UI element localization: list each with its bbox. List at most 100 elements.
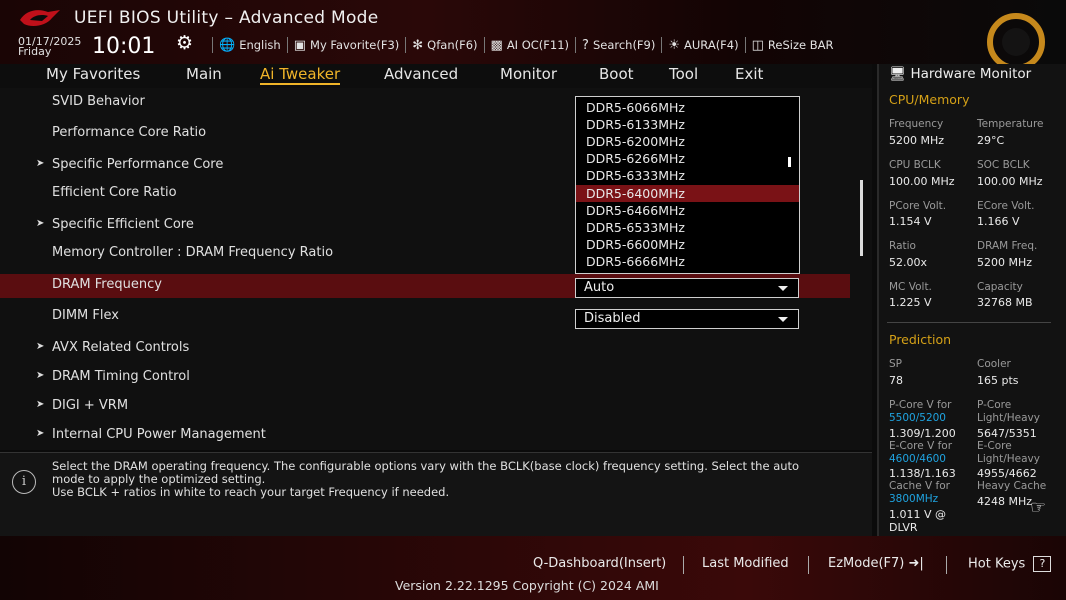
hw-value: 1.309/1.200	[889, 427, 956, 440]
dropdown-option[interactable]: DDR5-6200MHz	[576, 133, 799, 150]
tab-monitor[interactable]: Monitor	[500, 65, 557, 83]
search-button[interactable]: ? Search(F9)	[582, 38, 655, 53]
ai-oc-button[interactable]: ▩ AI OC(F11)	[491, 38, 570, 53]
hw-value: 100.00 MHz	[977, 175, 1043, 188]
help-panel: i Select the DRAM operating frequency. T…	[0, 452, 872, 537]
hw-value: DLVR	[889, 521, 918, 534]
cpu-memory-heading: CPU/Memory	[889, 92, 970, 107]
toolbar-separator	[744, 37, 746, 53]
hw-value: 1.225 V	[889, 296, 932, 309]
dropdown-option[interactable]: DDR5-6666MHz	[576, 253, 799, 270]
dropdown-option[interactable]: DDR5-6466MHz	[576, 202, 799, 219]
version-text: Version 2.22.1295 Copyright (C) 2024 AMI	[395, 578, 659, 593]
option-label: DDR5-6266MHz	[586, 151, 685, 166]
dropdown-option[interactable]: DDR5-6133MHz	[576, 116, 799, 133]
ezmode-button[interactable]: EzMode(F7) ➜|	[828, 556, 924, 571]
dropdown-option[interactable]: DDR5-6066MHz	[576, 99, 799, 116]
tab-exit[interactable]: Exit	[735, 65, 763, 83]
submenu-arrow-icon: ➤	[36, 370, 45, 381]
aura-button[interactable]: ☀ AURA(F4)	[668, 38, 738, 53]
q-dashboard-button[interactable]: Q-Dashboard(Insert)	[533, 556, 666, 571]
toolbar-separator	[575, 37, 577, 53]
my-favorite-button[interactable]: ▣ My Favorite(F3)	[294, 38, 400, 53]
resize-bar-icon: ◫	[751, 37, 764, 53]
dropdown-option[interactable]: DDR5-6533MHz	[576, 219, 799, 236]
help-text: Select the DRAM operating frequency. The…	[52, 460, 852, 499]
hw-label: SP	[889, 358, 902, 370]
setting-label: DIMM Flex	[52, 308, 119, 323]
main-menu-tabs: My Favorites Main Ai Tweaker Advanced Mo…	[0, 64, 872, 88]
hw-value: 32768 MB	[977, 296, 1033, 309]
hw-value: 29°C	[977, 134, 1005, 147]
hw-value: 5647/5351	[977, 427, 1037, 440]
hw-label: Light/Heavy	[977, 412, 1040, 424]
setting-label: AVX Related Controls	[52, 340, 190, 355]
resize-bar-button[interactable]: ◫ ReSize BAR	[752, 38, 834, 53]
hw-label: CPU BCLK	[889, 159, 941, 171]
my-favorite-label: My Favorite(F3)	[310, 38, 400, 52]
footer-separator	[946, 556, 947, 574]
tab-ai-tweaker[interactable]: Ai Tweaker	[260, 65, 341, 85]
toolbar: 🌐 English ▣ My Favorite(F3) ✻ Qfan(F6) ▩…	[206, 36, 833, 54]
chevron-down-icon	[778, 286, 788, 291]
dram-frequency-select[interactable]: Auto	[575, 278, 799, 298]
date-display: 01/17/2025 Friday	[18, 36, 81, 58]
clock-display[interactable]: 10:01	[92, 34, 155, 59]
toolbar-separator	[405, 37, 407, 53]
globe-icon: 🌐	[219, 37, 236, 53]
setting-avx-related-controls[interactable]: ➤ AVX Related Controls	[0, 337, 850, 361]
ai-chip-icon: ▩	[490, 37, 503, 53]
hw-label: Ratio	[889, 240, 916, 252]
fan-icon: ✻	[412, 37, 424, 53]
hardware-monitor-label: Hardware Monitor	[910, 66, 1032, 82]
hw-label-highlight: 3800MHz	[889, 493, 939, 505]
tab-tool[interactable]: Tool	[669, 65, 698, 83]
dropdown-option[interactable]: DDR5-6333MHz	[576, 167, 799, 184]
app-title: UEFI BIOS Utility – Advanced Mode	[74, 8, 379, 28]
toolbar-separator	[483, 37, 485, 53]
setting-digi-vrm[interactable]: ➤ DIGI + VRM	[0, 395, 850, 419]
hw-value: 1.166 V	[977, 215, 1020, 228]
submenu-arrow-icon: ➤	[36, 218, 45, 229]
option-label: DDR5-6133MHz	[586, 117, 685, 132]
dropdown-scrollbar[interactable]	[788, 157, 791, 167]
tab-main[interactable]: Main	[186, 65, 222, 83]
hw-label: DRAM Freq.	[977, 240, 1038, 252]
hw-label: Temperature	[977, 118, 1044, 130]
last-modified-button[interactable]: Last Modified	[702, 556, 789, 571]
search-label: Search(F9)	[592, 38, 656, 52]
hot-keys-button[interactable]: Hot Keys ?	[968, 556, 1052, 572]
hw-label: Light/Heavy	[977, 453, 1040, 465]
tab-boot[interactable]: Boot	[599, 65, 634, 83]
gear-icon[interactable]: ⚙	[176, 32, 193, 54]
setting-label: DIGI + VRM	[52, 398, 129, 413]
settings-scrollbar[interactable]	[860, 180, 863, 256]
setting-internal-cpu-power-management[interactable]: ➤ Internal CPU Power Management	[0, 424, 850, 448]
hardware-monitor-title: 🖥 Hardware Monitor	[889, 66, 1031, 82]
tab-advanced[interactable]: Advanced	[384, 65, 458, 83]
hw-value: 52.00x	[889, 256, 928, 269]
toolbar-separator	[286, 37, 288, 53]
dimm-flex-value: Disabled	[584, 311, 641, 326]
hw-label: P-Core V for	[889, 399, 952, 411]
setting-label: Performance Core Ratio	[52, 125, 207, 140]
hw-label: Cooler	[977, 358, 1011, 370]
hw-label: Cache V for	[889, 480, 950, 492]
aura-light-icon: ☀	[668, 37, 681, 53]
dropdown-option[interactable]: DDR5-6600MHz	[576, 236, 799, 253]
hw-label-highlight: 4600/4600	[889, 453, 946, 465]
setting-label: Efficient Core Ratio	[52, 185, 177, 200]
day-text: Friday	[18, 45, 52, 58]
dimm-flex-select[interactable]: Disabled	[575, 309, 799, 329]
hw-label: Heavy Cache	[977, 480, 1047, 492]
setting-dram-timing-control[interactable]: ➤ DRAM Timing Control	[0, 366, 850, 390]
hw-divider	[887, 322, 1051, 323]
monitor-icon: 🖥	[889, 66, 907, 82]
dram-frequency-value: Auto	[584, 280, 615, 295]
hardware-monitor-panel: 🖥 Hardware Monitor CPU/Memory Frequency …	[877, 64, 1066, 536]
dropdown-option[interactable]: DDR5-6266MHz	[576, 150, 799, 167]
dropdown-option-highlighted[interactable]: DDR5-6400MHz	[576, 185, 799, 202]
qfan-button[interactable]: ✻ Qfan(F6)	[412, 38, 477, 53]
language-button[interactable]: 🌐 English	[219, 38, 281, 53]
tab-my-favorites[interactable]: My Favorites	[46, 65, 140, 83]
